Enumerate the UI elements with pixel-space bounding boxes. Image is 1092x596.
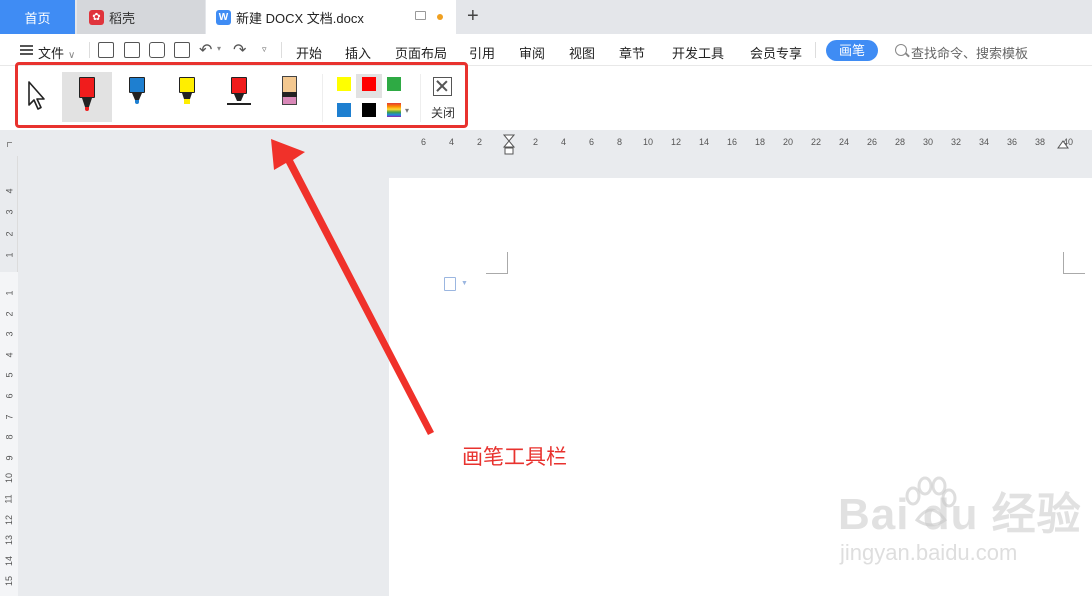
- annotation-label: 画笔工具栏: [462, 446, 567, 469]
- watermark-url: jingyan.baidu.com: [840, 540, 1018, 565]
- watermark-brand: Bai du 经验: [838, 490, 1082, 539]
